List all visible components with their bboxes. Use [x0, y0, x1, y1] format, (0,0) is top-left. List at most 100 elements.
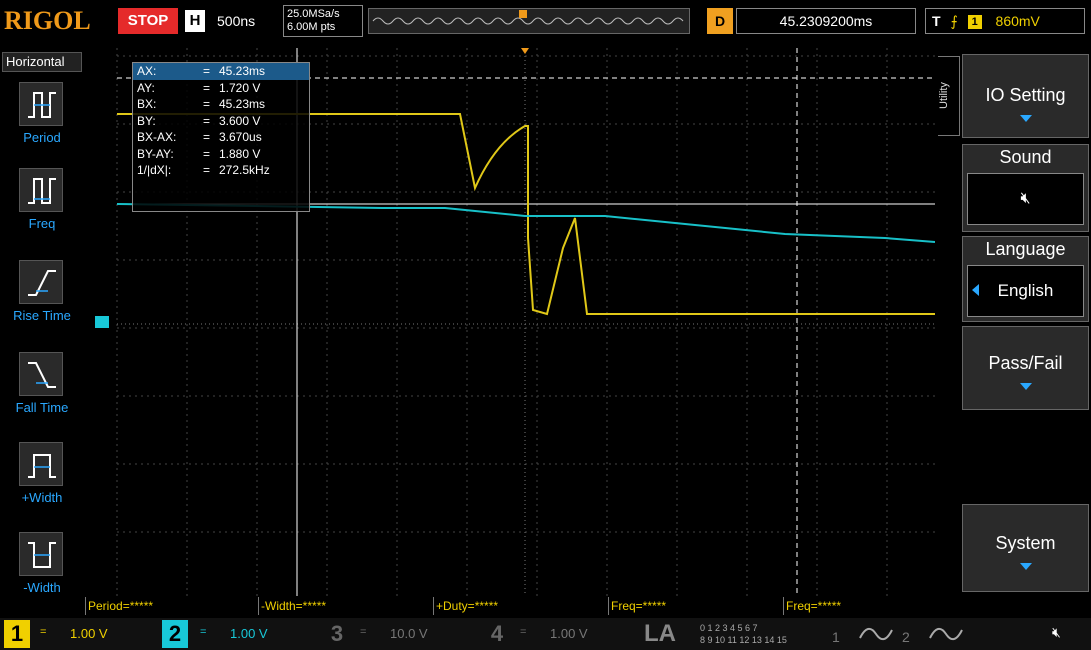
measurement-strip: Period=***** -Width=***** +Duty=***** Fr… [85, 597, 955, 615]
la-channels: 0 1 2 3 4 5 6 7 8 9 10 11 12 13 14 15 [700, 622, 787, 646]
channel-2[interactable]: 2 = 1.00 V [150, 620, 310, 648]
trigger-label: T [932, 13, 941, 29]
cursor-row: 1/|dX|: = 272.5kHz [137, 163, 270, 177]
pass-fail-label: Pass/Fail [988, 353, 1063, 373]
svg-text:2: 2 [902, 629, 910, 645]
utility-tab[interactable]: Utility [938, 56, 960, 136]
coupling: = [40, 626, 47, 638]
channel-scale: 1.00 V [550, 626, 588, 641]
timebase-label: H [185, 10, 205, 32]
fall-time-icon [19, 352, 63, 396]
channel-number: 1 [4, 620, 30, 648]
la-label: LA [644, 620, 676, 647]
cursor-row: AY: = 1.720 V [137, 80, 261, 95]
sound-label: Sound [999, 147, 1052, 167]
chevron-left-icon [972, 284, 979, 296]
measure-freq[interactable]: Freq [6, 168, 82, 246]
system-button[interactable]: System [962, 504, 1089, 592]
chevron-down-icon [1019, 383, 1032, 390]
channel-scale: 1.00 V [70, 626, 108, 641]
measure-rise-time-label: Rise Time [13, 308, 71, 323]
measure-freq-label: Freq [28, 216, 56, 231]
delay-label: D [707, 8, 733, 34]
io-setting-label: IO Setting [985, 85, 1066, 105]
chevron-down-icon [1019, 115, 1032, 122]
channel-scale: 1.00 V [230, 626, 268, 641]
trigger-level: 860mV [995, 13, 1040, 29]
measure-fall-time-label: Fall Time [15, 400, 69, 415]
measurement-item[interactable]: Freq=***** [608, 597, 782, 615]
cursor-row: AX: = 45.23ms [133, 63, 309, 80]
sound-value: 🔇︎ [967, 173, 1084, 225]
speaker-mute-icon[interactable]: 🔇︎ [1052, 624, 1061, 641]
rise-time-icon [19, 260, 63, 304]
measure-fall-time[interactable]: Fall Time [6, 352, 82, 430]
measure-pos-width[interactable]: +Width [6, 442, 82, 520]
status-bar: RIGOL STOP H 500ns 25.0MSa/s 6.00M pts D… [0, 0, 1091, 44]
horizontal-measure-menu: Horizontal Period Freq Rise Time Fall Ti… [0, 50, 84, 610]
chevron-down-icon [1019, 563, 1032, 570]
language-label: Language [985, 239, 1066, 259]
io-setting-button[interactable]: IO Setting [962, 54, 1089, 138]
acquisition-info: 25.0MSa/s 6.00M pts [283, 5, 363, 37]
timebase-value[interactable]: 500ns [217, 13, 255, 29]
utility-menu: Utility IO Setting Sound 🔇︎ Language Eng… [938, 48, 1091, 618]
menu-title: Horizontal [2, 52, 82, 72]
la-digits-top: 0 1 2 3 4 5 6 7 [700, 623, 758, 633]
channel-3[interactable]: 3 = 10.0 V [320, 620, 470, 648]
speaker-mute-icon: 🔇︎ [1020, 190, 1031, 207]
measurement-item[interactable]: Period=***** [85, 597, 257, 615]
measure-pos-width-label: +Width [21, 490, 63, 505]
language-value: English [997, 281, 1054, 300]
system-label: System [995, 533, 1056, 553]
math-2-icon[interactable]: 2 [900, 620, 970, 648]
measure-period[interactable]: Period [6, 82, 82, 160]
rising-edge-icon: ⨍ [950, 13, 958, 29]
sample-rate: 25.0MSa/s [287, 8, 340, 20]
period-icon [19, 82, 63, 126]
measurement-item[interactable]: +Duty=***** [433, 597, 607, 615]
ch2-offset-marker [95, 316, 109, 328]
cursor-row: BY: = 3.600 V [137, 113, 261, 128]
run-stop-badge[interactable]: STOP [118, 8, 178, 34]
cursor-row: BX: = 45.23ms [137, 97, 266, 111]
measurement-item[interactable]: Freq=***** [783, 597, 955, 615]
memory-wave-icon [372, 10, 684, 25]
language-value-box: English [967, 265, 1084, 317]
freq-icon [19, 168, 63, 212]
channel-4[interactable]: 4 = 1.00 V [480, 620, 630, 648]
trigger-position-marker [521, 48, 529, 54]
cursor-row: BY-AY: = 1.880 V [137, 146, 261, 161]
channel-number: 3 [330, 621, 344, 646]
measure-neg-width-label: -Width [23, 580, 61, 595]
channel-bar: 1 = 1.00 V 2 = 1.00 V 3 = 10.0 V 4 = 1.0… [0, 618, 1091, 650]
trigger-source: 1 [967, 15, 982, 30]
channel-number: 4 [490, 621, 504, 646]
measure-period-label: Period [23, 130, 61, 145]
neg-width-icon [19, 532, 63, 576]
channel-scale: 10.0 V [390, 626, 428, 641]
la-digits-bottom: 8 9 10 11 12 13 14 15 [700, 635, 787, 645]
cursor-row: BX-AX: = 3.670us [137, 130, 262, 144]
pass-fail-button[interactable]: Pass/Fail [962, 326, 1089, 410]
pos-width-icon [19, 442, 63, 486]
delay-value[interactable]: 45.2309200ms [736, 8, 916, 34]
math-1-icon[interactable]: 1 [830, 620, 900, 648]
cursor-readout: AX: = 45.23ms AY: = 1.720 V BX: = 45.23ms BY: =… [132, 62, 310, 212]
trigger-info[interactable]: T ⨍ 1 860mV [925, 8, 1085, 34]
brand-logo: RIGOL [4, 6, 91, 35]
memory-depth: 6.00M pts [287, 21, 336, 33]
language-button[interactable]: Language English [962, 236, 1089, 322]
svg-text:1: 1 [832, 629, 840, 645]
logic-analyzer[interactable]: LA 0 1 2 3 4 5 6 7 8 9 10 11 12 13 14 15 [640, 620, 790, 648]
sound-button[interactable]: Sound 🔇︎ [962, 144, 1089, 232]
channel-1[interactable]: 1 = 1.00 V [0, 620, 140, 648]
measure-rise-time[interactable]: Rise Time [6, 260, 82, 338]
coupling: = [200, 626, 207, 638]
channel-number: 2 [162, 620, 188, 648]
measure-neg-width[interactable]: -Width [6, 532, 82, 610]
memory-overview [368, 8, 690, 34]
measurement-item[interactable]: -Width=***** [258, 597, 432, 615]
coupling: = [520, 626, 527, 638]
coupling: = [360, 626, 367, 638]
